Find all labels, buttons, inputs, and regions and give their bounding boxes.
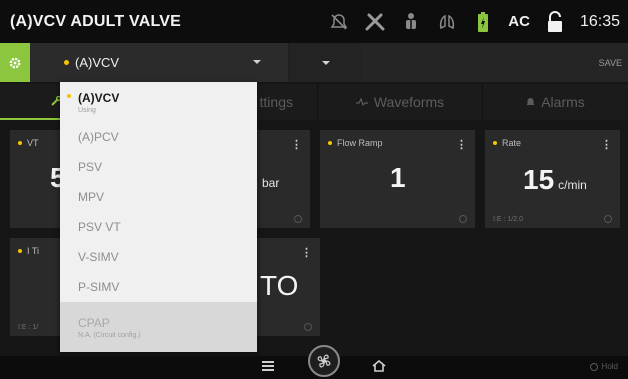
tile-pressure-unit: bar: [262, 176, 280, 190]
mode-option-label: MPV: [78, 190, 105, 204]
lock-icon[interactable]: [544, 10, 566, 33]
mode-indicator-dot: [64, 60, 69, 65]
patient-icon[interactable]: [400, 11, 422, 33]
mode-option-label: P-SIMV: [78, 280, 120, 294]
mode-option-label: PSV: [78, 160, 103, 174]
settings-gear-button[interactable]: [0, 43, 30, 82]
hold-icon: [589, 362, 598, 371]
mode-option-psv[interactable]: PSV: [60, 152, 257, 182]
bell-icon: [526, 98, 535, 105]
tools-icon[interactable]: [364, 11, 386, 33]
tile-ti-label: I Ti: [27, 246, 40, 256]
mode-bar: (A)VCV SAVE: [0, 43, 628, 82]
tile-vt-label: VT: [27, 138, 39, 148]
tile-flow-ramp-header: Flow Ramp: [328, 138, 383, 148]
mode-option-label: CPAP: [78, 315, 110, 330]
tile-flow-ramp[interactable]: Flow Ramp ⋮ 1: [320, 130, 475, 228]
mode-option-psv-vt[interactable]: PSV VT: [60, 212, 257, 242]
tile-rate-value-wrap: 15 c/min: [523, 164, 587, 196]
mode-select-label: (A)VCV: [75, 55, 120, 70]
waveform-icon: [355, 98, 368, 106]
mode-option-label: PSV VT: [78, 220, 121, 234]
battery-charging-icon: [472, 11, 494, 33]
lungs-icon[interactable]: [436, 11, 458, 33]
tile-flow-ramp-label: Flow Ramp: [337, 138, 383, 148]
hold-label: Hold: [601, 362, 618, 371]
tile-status-icon: [294, 215, 302, 223]
tile-menu-icon[interactable]: ⋮: [291, 138, 302, 151]
tile-rate-unit: c/min: [558, 178, 587, 192]
tile-rate-label: Rate: [502, 138, 522, 148]
clock: 16:35: [579, 12, 620, 30]
tile-rate[interactable]: Rate ⋮ 15 c/min I:E : 1/2.0: [485, 130, 620, 228]
mode-option-label: (A)PCV: [78, 130, 119, 144]
mode-option-p-simv[interactable]: P-SIMV: [60, 272, 257, 302]
tile-vt-header: VT: [18, 138, 39, 148]
tile-ti-footer: I:E : 1/: [18, 324, 39, 331]
tile-ti-header: I Ti: [18, 246, 39, 256]
tile-rate-value: 15: [523, 164, 555, 195]
tile-status-icon: [304, 323, 312, 331]
gear-icon: [9, 57, 21, 68]
tile-status-icon: [459, 215, 467, 223]
mode-option-label: (A)VCV: [78, 90, 120, 105]
mode-option-cpap: CPAP N.A. (Circuit config.): [60, 302, 257, 352]
tile-rate-footer: I:E : 1/2.0: [493, 216, 523, 223]
mode-option-avcv[interactable]: (A)VCV Using: [60, 82, 257, 122]
tab-alarms[interactable]: Alarms: [483, 84, 628, 120]
ventilator-screen: (A)VCV ADULT VALVE AC 16:35 (A)VCV SAVE …: [0, 0, 628, 379]
tab-alarms-label: Alarms: [541, 94, 585, 110]
tile-menu-icon[interactable]: ⋮: [456, 138, 467, 151]
hold-control[interactable]: Hold: [589, 362, 618, 371]
tab-waveforms[interactable]: Waveforms: [318, 84, 483, 120]
save-button[interactable]: SAVE: [362, 43, 628, 82]
fan-button[interactable]: [308, 345, 340, 377]
tile-status-icon: [604, 215, 612, 223]
tab-waveforms-label: Waveforms: [373, 94, 445, 110]
tab-settings-label: ttings: [259, 94, 293, 110]
tile-menu-icon[interactable]: ⋮: [601, 138, 612, 151]
mode-option-note: Using: [78, 106, 96, 114]
screen-title: (A)VCV ADULT VALVE: [10, 12, 181, 30]
mode-option-label: V-SIMV: [78, 250, 119, 264]
mode-option-note: N.A. (Circuit config.): [78, 331, 141, 339]
tile-rate-header: Rate: [493, 138, 521, 148]
selected-dot: [67, 94, 71, 98]
tile-to-value: TO: [260, 270, 299, 301]
alarm-off-icon[interactable]: [328, 11, 350, 33]
mode-option-v-simv[interactable]: V-SIMV: [60, 242, 257, 272]
submode-select[interactable]: [290, 43, 362, 82]
top-status-bar: (A)VCV ADULT VALVE AC 16:35: [0, 0, 628, 43]
mode-dropdown-menu: (A)VCV Using (A)PCV PSV MPV PSV VT V-SIM…: [60, 82, 257, 352]
mode-select[interactable]: (A)VCV: [30, 43, 288, 82]
status-icons: AC 16:35: [328, 0, 620, 43]
ac-power-label: AC: [508, 13, 530, 30]
mode-option-mpv[interactable]: MPV: [60, 182, 257, 212]
menu-icon[interactable]: [262, 360, 274, 372]
tile-menu-icon[interactable]: ⋮: [301, 246, 312, 259]
chevron-down-icon: [253, 60, 261, 64]
mode-option-apcv[interactable]: (A)PCV: [60, 122, 257, 152]
chevron-down-icon: [322, 60, 330, 65]
tile-flow-ramp-value: 1: [390, 162, 406, 193]
fan-icon: [317, 354, 331, 368]
home-icon[interactable]: [372, 360, 386, 372]
